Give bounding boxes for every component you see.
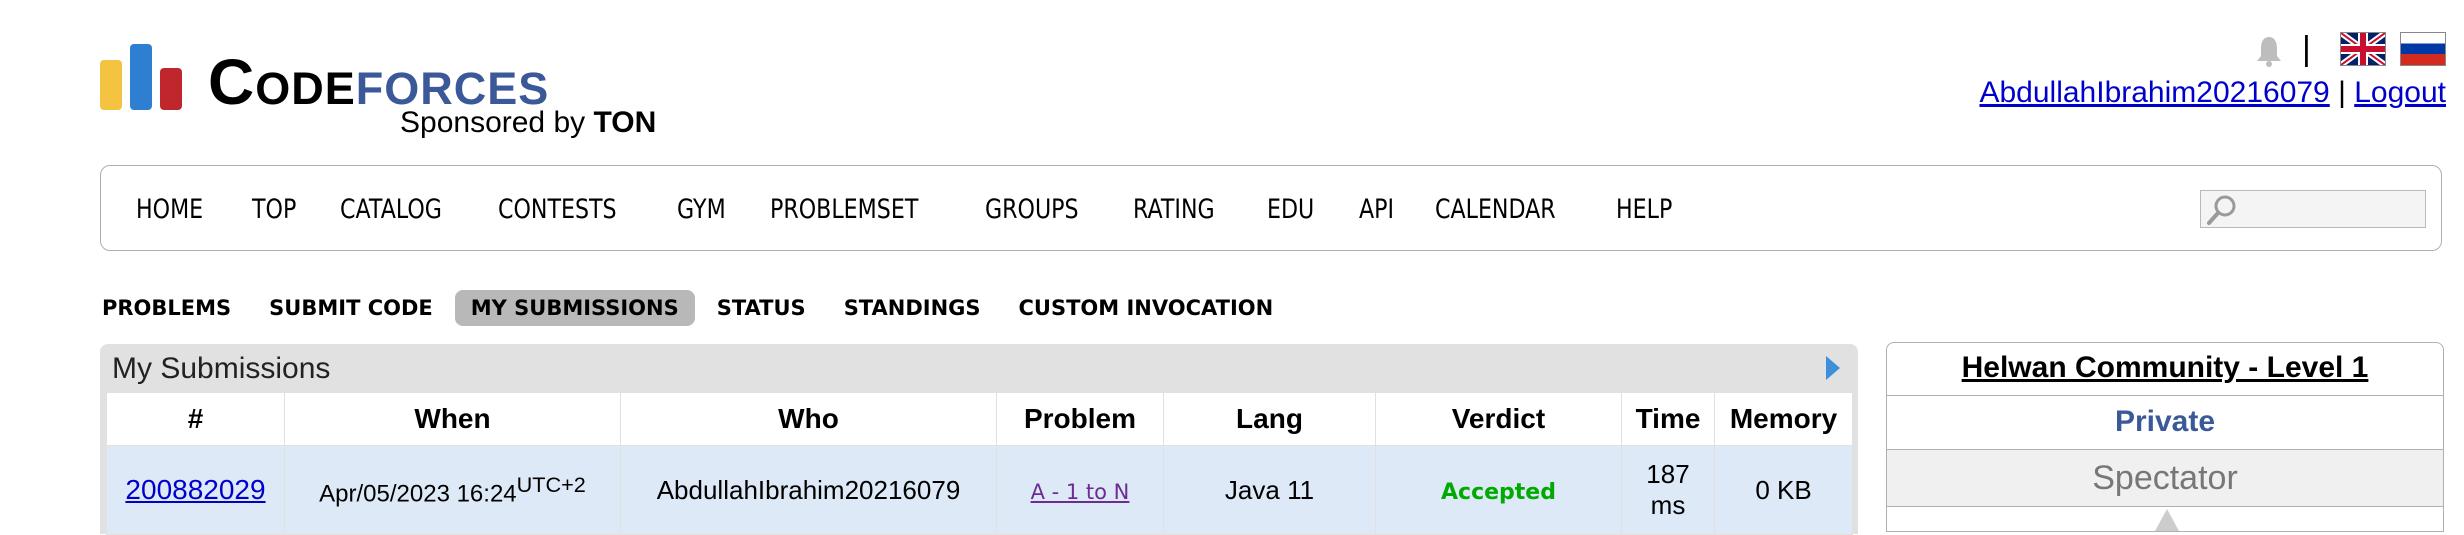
col-header-verdict: Verdict: [1375, 392, 1622, 446]
tab-custom-invocation[interactable]: CUSTOM INVOCATION: [1003, 290, 1290, 326]
time-value: 187: [1646, 459, 1690, 489]
user-separator: |: [2338, 76, 2346, 109]
col-header-when: When: [284, 392, 621, 446]
cell-problem: A - 1 to N: [996, 445, 1164, 535]
tab-submit-code[interactable]: SUBMIT CODE: [253, 290, 449, 326]
nav-top[interactable]: TOP: [252, 194, 296, 225]
nav-gym[interactable]: GYM: [677, 194, 726, 225]
table-row: 200882029 Apr/05/2023 16:24UTC+2 Abdulla…: [106, 445, 1853, 535]
contest-info-box: Helwan Community - Level 1 Private Spect…: [1886, 342, 2444, 532]
nav-catalog[interactable]: CATALOG: [340, 194, 442, 225]
nav-help[interactable]: HELP: [1616, 194, 1672, 225]
nav-contests[interactable]: CONTESTS: [498, 194, 617, 225]
submitter-name[interactable]: AbdullahIbrahim20216079: [657, 475, 961, 505]
submissions-table: # When Who Problem Lang Verdict Time Mem…: [106, 392, 1853, 535]
col-header-lang: Lang: [1163, 392, 1376, 446]
nav-rating[interactable]: RATING: [1133, 194, 1215, 225]
contest-visibility: Private: [2114, 405, 2216, 438]
header-separator: |: [2302, 30, 2311, 68]
nav-api[interactable]: API: [1359, 194, 1394, 225]
search-icon: [2207, 195, 2236, 225]
user-links: AbdullahIbrahim20216079 | Logout: [1979, 76, 2446, 110]
bell-icon[interactable]: [2254, 34, 2284, 77]
logout-link[interactable]: Logout: [2354, 76, 2446, 109]
logo-bar-blue: [130, 44, 152, 110]
sponsor-name: TON: [593, 106, 657, 139]
expand-arrow-icon[interactable]: [1822, 354, 1844, 382]
submission-time: Apr/05/2023 16:24: [319, 480, 517, 508]
table-header-row: # When Who Problem Lang Verdict Time Mem…: [106, 392, 1853, 446]
logo-bar-red: [160, 68, 182, 110]
nav-calendar[interactable]: CALENDAR: [1435, 194, 1556, 225]
cell-time: 187 ms: [1621, 445, 1715, 535]
col-header-who: Who: [620, 392, 997, 446]
col-header-memory: Memory: [1714, 392, 1853, 446]
sponsor-prefix: Sponsored by: [400, 106, 586, 139]
cell-lang: Java 11: [1163, 445, 1376, 535]
logo-bar-yellow: [100, 60, 122, 110]
tab-problems[interactable]: PROBLEMS: [100, 290, 247, 326]
nav-home[interactable]: HOME: [136, 194, 203, 225]
col-header-time: Time: [1621, 392, 1715, 446]
submission-id-link[interactable]: 200882029: [125, 474, 265, 505]
problem-link[interactable]: A - 1 to N: [1031, 480, 1130, 504]
codeforces-logo-text[interactable]: Codeforces: [208, 50, 549, 114]
uk-flag-icon[interactable]: [2340, 32, 2386, 66]
nav-problemset[interactable]: PROBLEMSET: [770, 194, 918, 225]
cell-memory: 0 KB: [1714, 445, 1853, 535]
logo-code-text: Code: [208, 46, 356, 118]
main-menu-items: HOME TOP CATALOG CONTESTS GYM PROBLEMSET…: [136, 194, 1719, 225]
username-link[interactable]: AbdullahIbrahim20216079: [1979, 76, 2329, 109]
timezone: UTC+2: [516, 471, 586, 497]
contest-subnav: PROBLEMS SUBMIT CODE MY SUBMISSIONS STAT…: [100, 290, 1295, 326]
tab-status[interactable]: STATUS: [701, 290, 822, 326]
col-header-id: #: [106, 392, 285, 446]
contest-role: Spectator: [1887, 449, 2443, 507]
search-input[interactable]: [2200, 190, 2426, 228]
codeforces-logo-bars[interactable]: [100, 44, 184, 110]
cell-when: Apr/05/2023 16:24UTC+2: [284, 445, 621, 535]
cell-id: 200882029: [106, 445, 285, 535]
tab-standings[interactable]: STANDINGS: [828, 290, 997, 326]
verdict-accepted: Accepted: [1441, 479, 1556, 505]
panel-title: My Submissions: [112, 352, 331, 385]
tab-my-submissions[interactable]: MY SUBMISSIONS: [454, 290, 695, 326]
cell-verdict: Accepted: [1375, 445, 1622, 535]
col-header-problem: Problem: [996, 392, 1164, 446]
cell-who: AbdullahIbrahim20216079: [620, 445, 997, 535]
russia-flag-icon[interactable]: [2400, 32, 2446, 66]
time-unit: ms: [1650, 490, 1686, 520]
nav-edu[interactable]: EDU: [1267, 194, 1314, 225]
sponsor-line: Sponsored by TON: [400, 106, 656, 140]
contest-name-link[interactable]: Helwan Community - Level 1: [1887, 351, 2443, 385]
nav-groups[interactable]: GROUPS: [985, 194, 1079, 225]
divider: [1887, 395, 2443, 396]
